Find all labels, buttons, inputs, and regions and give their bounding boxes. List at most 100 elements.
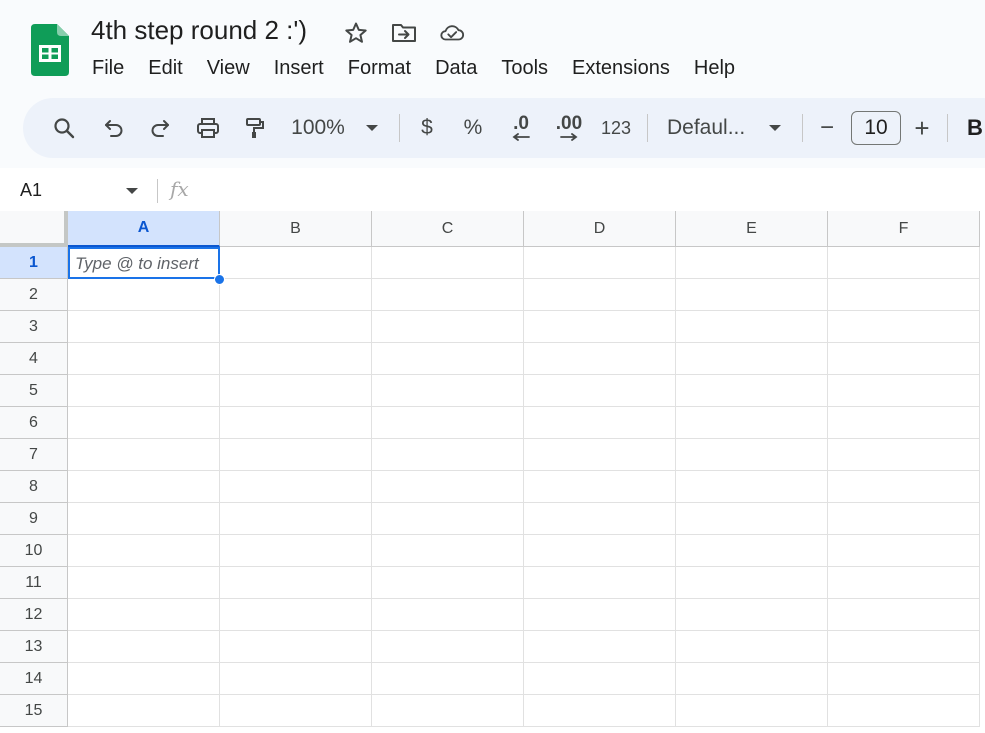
cell-c3[interactable] (372, 311, 524, 343)
font-family-select[interactable]: Defaul... (667, 98, 751, 158)
cell-d5[interactable] (524, 375, 676, 407)
cell-a7[interactable] (68, 439, 220, 471)
cell-e6[interactable] (676, 407, 828, 439)
increase-decimal-button[interactable]: .00 (551, 98, 587, 158)
cell-c12[interactable] (372, 599, 524, 631)
column-header-b[interactable]: B (220, 211, 372, 247)
cell-e3[interactable] (676, 311, 828, 343)
cell-b13[interactable] (220, 631, 372, 663)
cell-a4[interactable] (68, 343, 220, 375)
cell-e14[interactable] (676, 663, 828, 695)
cell-d3[interactable] (524, 311, 676, 343)
menu-help[interactable]: Help (682, 54, 747, 82)
row-header-6[interactable]: 6 (0, 407, 68, 439)
cell-d11[interactable] (524, 567, 676, 599)
menu-file[interactable]: File (80, 54, 136, 82)
more-formats-button[interactable]: 123 (599, 98, 633, 158)
cell-a15[interactable] (68, 695, 220, 727)
cell-b9[interactable] (220, 503, 372, 535)
print-icon[interactable] (192, 98, 224, 158)
cell-a13[interactable] (68, 631, 220, 663)
cell-a12[interactable] (68, 599, 220, 631)
fill-handle[interactable] (214, 274, 225, 285)
cell-b7[interactable] (220, 439, 372, 471)
cell-b10[interactable] (220, 535, 372, 567)
cell-b2[interactable] (220, 279, 372, 311)
cell-a5[interactable] (68, 375, 220, 407)
document-title[interactable]: 4th step round 2 :') (91, 15, 307, 46)
paint-format-icon[interactable] (239, 98, 269, 158)
row-header-3[interactable]: 3 (0, 311, 68, 343)
search-icon[interactable] (49, 98, 79, 158)
cell-d6[interactable] (524, 407, 676, 439)
cell-f15[interactable] (828, 695, 980, 727)
column-header-d[interactable]: D (524, 211, 676, 247)
row-header-10[interactable]: 10 (0, 535, 68, 567)
cell-c9[interactable] (372, 503, 524, 535)
cell-e1[interactable] (676, 247, 828, 279)
menu-extensions[interactable]: Extensions (560, 54, 682, 82)
cell-f1[interactable] (828, 247, 980, 279)
decrease-decimal-button[interactable]: .0 (505, 98, 537, 158)
cell-b6[interactable] (220, 407, 372, 439)
row-header-11[interactable]: 11 (0, 567, 68, 599)
cell-d10[interactable] (524, 535, 676, 567)
cell-f8[interactable] (828, 471, 980, 503)
row-header-12[interactable]: 12 (0, 599, 68, 631)
cell-c7[interactable] (372, 439, 524, 471)
undo-icon[interactable] (99, 98, 129, 158)
cell-b4[interactable] (220, 343, 372, 375)
menu-insert[interactable]: Insert (262, 54, 336, 82)
zoom-chevron-down-icon[interactable] (361, 98, 383, 158)
cell-b5[interactable] (220, 375, 372, 407)
cell-e7[interactable] (676, 439, 828, 471)
cell-b8[interactable] (220, 471, 372, 503)
cell-f4[interactable] (828, 343, 980, 375)
row-header-15[interactable]: 15 (0, 695, 68, 727)
cell-d7[interactable] (524, 439, 676, 471)
cell-f2[interactable] (828, 279, 980, 311)
column-header-a[interactable]: A (68, 211, 220, 247)
row-header-1[interactable]: 1 (0, 247, 68, 279)
row-header-9[interactable]: 9 (0, 503, 68, 535)
font-chevron-down-icon[interactable] (764, 98, 786, 158)
cell-f7[interactable] (828, 439, 980, 471)
bold-button[interactable]: B (963, 98, 985, 158)
row-header-4[interactable]: 4 (0, 343, 68, 375)
move-to-folder-icon[interactable] (391, 20, 417, 46)
cell-f5[interactable] (828, 375, 980, 407)
percent-format-button[interactable]: % (460, 98, 486, 158)
cell-c13[interactable] (372, 631, 524, 663)
cell-b1[interactable] (220, 247, 372, 279)
decrease-font-size-button[interactable]: − (814, 98, 840, 158)
cell-c15[interactable] (372, 695, 524, 727)
column-header-e[interactable]: E (676, 211, 828, 247)
cell-b12[interactable] (220, 599, 372, 631)
cell-e15[interactable] (676, 695, 828, 727)
menu-tools[interactable]: Tools (489, 54, 560, 82)
row-header-2[interactable]: 2 (0, 279, 68, 311)
cell-a10[interactable] (68, 535, 220, 567)
zoom-select[interactable]: 100% (285, 98, 351, 158)
cell-d2[interactable] (524, 279, 676, 311)
cell-e2[interactable] (676, 279, 828, 311)
menu-view[interactable]: View (195, 54, 262, 82)
cloud-saved-icon[interactable] (439, 20, 465, 46)
redo-icon[interactable] (145, 98, 175, 158)
cell-c2[interactable] (372, 279, 524, 311)
increase-font-size-button[interactable]: + (909, 98, 935, 158)
cell-a8[interactable] (68, 471, 220, 503)
row-header-5[interactable]: 5 (0, 375, 68, 407)
cell-c8[interactable] (372, 471, 524, 503)
row-header-14[interactable]: 14 (0, 663, 68, 695)
cell-b3[interactable] (220, 311, 372, 343)
cell-d12[interactable] (524, 599, 676, 631)
cell-b15[interactable] (220, 695, 372, 727)
sheets-logo-icon[interactable] (31, 24, 69, 76)
star-icon[interactable] (343, 20, 369, 46)
cell-a2[interactable] (68, 279, 220, 311)
font-size-input[interactable]: 10 (851, 111, 901, 145)
cell-b14[interactable] (220, 663, 372, 695)
cell-e9[interactable] (676, 503, 828, 535)
cell-c5[interactable] (372, 375, 524, 407)
